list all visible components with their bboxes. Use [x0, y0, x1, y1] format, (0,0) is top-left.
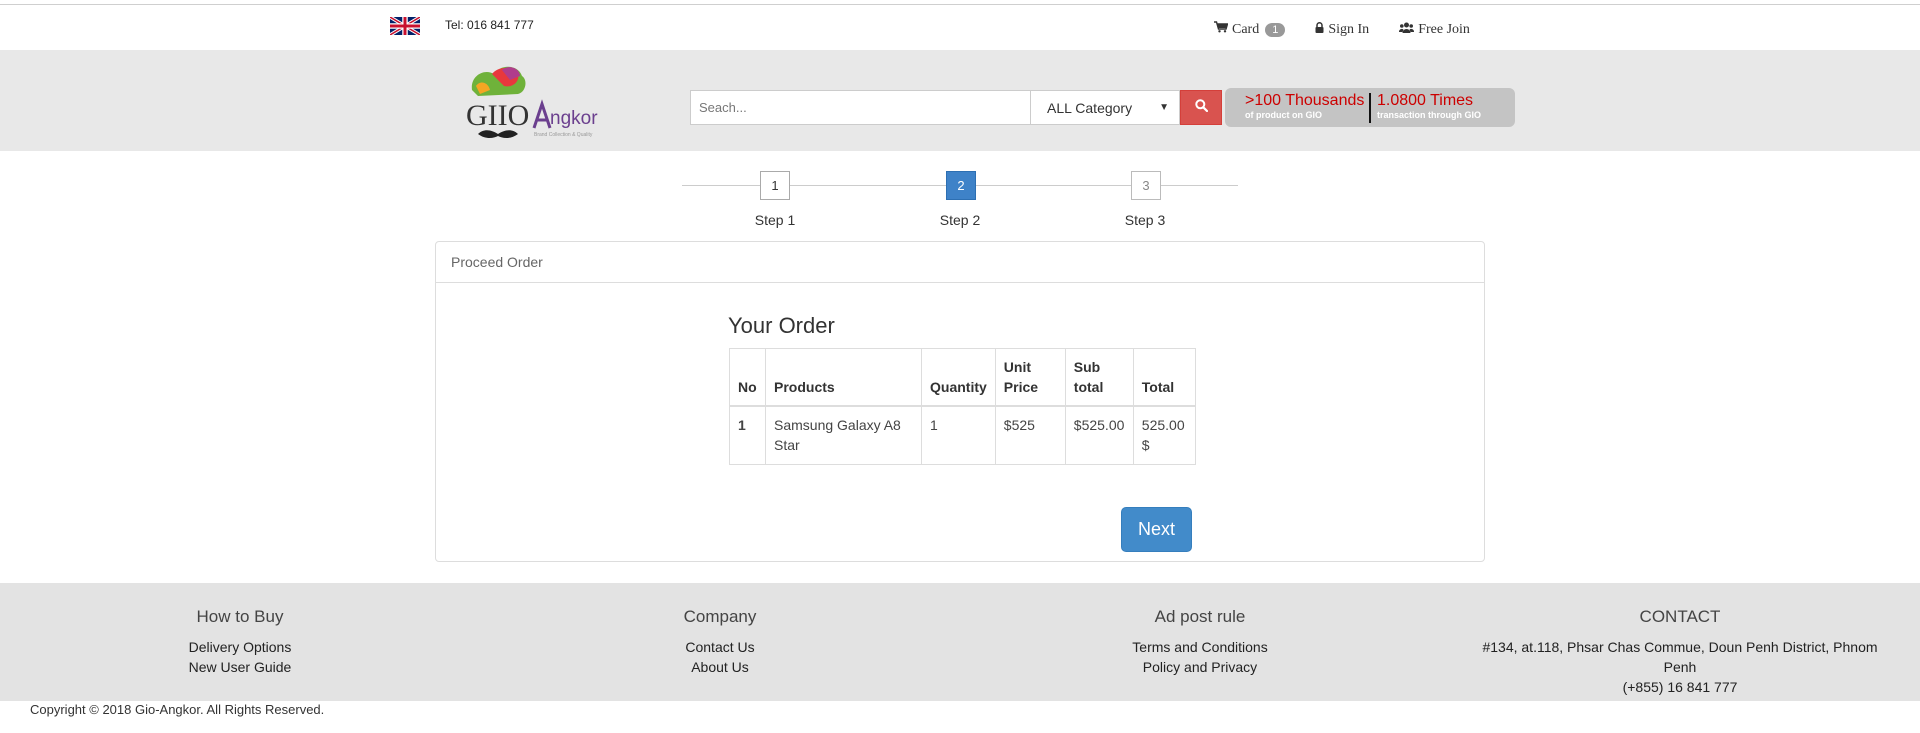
column-header-total: Total	[1132, 348, 1196, 407]
stat-transactions: 1.0800 Times transaction through GIO	[1377, 92, 1481, 120]
cart-count-badge: 1	[1265, 22, 1286, 37]
cell-unit-price: $525	[994, 405, 1066, 465]
column-header-sub-total: Sub total	[1064, 348, 1134, 407]
step-2-label: Step 2	[939, 212, 981, 228]
next-button[interactable]: Next	[1121, 507, 1192, 552]
stat-transactions-value: 1.0800 Times	[1377, 92, 1474, 109]
footer-link-about-us[interactable]: About Us	[620, 657, 820, 677]
sign-in-label: Sign In	[1328, 21, 1370, 37]
column-header-no: No	[729, 348, 766, 407]
footer-heading: Company	[683, 607, 757, 626]
chevron-down-icon: ▼	[1159, 102, 1169, 113]
table-header-row: No Products Quantity Unit Price Sub tota…	[729, 348, 1196, 407]
cell-total: 525.00 $	[1132, 405, 1196, 465]
footer-link-policy[interactable]: Policy and Privacy	[1100, 657, 1300, 677]
sign-in-link[interactable]: Sign In	[1315, 22, 1369, 38]
users-icon	[1399, 22, 1418, 38]
cart-label: Card	[1232, 21, 1260, 37]
column-header-quantity: Quantity	[921, 348, 996, 407]
site-stats-banner: >100 Thousands of product on GIO 1.0800 …	[1225, 88, 1515, 127]
step-1-marker: 1	[760, 171, 790, 200]
footer-heading: Ad post rule	[1154, 607, 1246, 626]
footer-link-contact-us[interactable]: Contact Us	[620, 637, 820, 657]
search-button[interactable]	[1180, 90, 1222, 125]
search-input[interactable]	[690, 90, 1030, 125]
cart-icon	[1214, 21, 1232, 38]
cell-product: Samsung Galaxy A8 Star	[765, 405, 922, 465]
stat-products-value: >100 Thousands	[1245, 92, 1365, 109]
proceed-order-panel: Proceed Order Your Order No Products Qua…	[435, 241, 1485, 562]
order-table: No Products Quantity Unit Price Sub tota…	[729, 348, 1196, 465]
footer-col-how-to-buy: How to Buy Delivery Options New User Gui…	[140, 607, 340, 677]
free-join-label: Free Join	[1418, 21, 1470, 37]
step-2-marker: 2	[946, 171, 976, 200]
stat-products-caption: of product on GIO	[1245, 110, 1322, 120]
copyright-text: Copyright © 2018 Gio-Angkor. All Rights …	[30, 702, 325, 717]
uk-flag-icon[interactable]	[389, 15, 421, 37]
cell-sub-total: $525.00	[1064, 405, 1134, 465]
phone-number: Tel: 016 841 777	[445, 18, 534, 32]
footer-link-new-user-guide[interactable]: New User Guide	[140, 657, 340, 677]
footer-col-contact: CONTACT #134, at.118, Phsar Chas Commue,…	[1470, 607, 1890, 697]
order-title: Your Order	[728, 313, 835, 338]
footer-heading: How to Buy	[196, 607, 284, 626]
step-1-label: Step 1	[754, 212, 796, 228]
top-bar: Tel: 016 841 777 Card 1 Sign In Free Joi…	[0, 5, 1920, 50]
footer-heading: CONTACT	[1639, 607, 1721, 626]
stats-divider	[1369, 93, 1371, 123]
footer-link-terms[interactable]: Terms and Conditions	[1100, 637, 1300, 657]
stat-transactions-caption: transaction through GIO	[1377, 110, 1482, 120]
panel-heading: Proceed Order	[436, 242, 1484, 283]
cell-no: 1	[729, 405, 766, 465]
step-3-label: Step 3	[1124, 212, 1166, 228]
svg-text:ngkor: ngkor	[550, 108, 598, 129]
table-row: 1 Samsung Galaxy A8 Star 1 $525 $525.00 …	[729, 405, 1196, 465]
site-header: GIIO ngkor Brand Collection & Quality AL…	[0, 50, 1920, 151]
site-footer: How to Buy Delivery Options New User Gui…	[0, 583, 1920, 701]
cell-quantity: 1	[921, 405, 996, 465]
column-header-unit-price: Unit Price	[994, 348, 1066, 407]
account-links: Card 1 Sign In Free Join	[1214, 21, 1500, 38]
category-select[interactable]: ALL Category ▼	[1030, 90, 1180, 125]
footer-col-ad-post-rule: Ad post rule Terms and Conditions Policy…	[1100, 607, 1300, 677]
svg-text:GIIO: GIIO	[466, 99, 529, 132]
search-icon	[1194, 98, 1208, 117]
cart-link[interactable]: Card 1	[1214, 21, 1286, 38]
contact-phone: (+855) 16 841 777	[1622, 679, 1738, 695]
step-3-marker: 3	[1131, 171, 1161, 200]
category-selected-label: ALL Category	[1047, 99, 1133, 116]
footer-link-delivery-options[interactable]: Delivery Options	[140, 637, 340, 657]
search-bar: ALL Category ▼	[690, 90, 1222, 125]
footer-col-company: Company Contact Us About Us	[620, 607, 820, 677]
contact-address: #134, at.118, Phsar Chas Commue, Doun Pe…	[1482, 639, 1878, 675]
column-header-products: Products	[765, 348, 922, 407]
lock-icon	[1315, 21, 1328, 38]
logo-tagline: Brand Collection & Quality	[534, 132, 593, 138]
site-logo[interactable]: GIIO ngkor Brand Collection & Quality	[462, 60, 612, 142]
stat-products: >100 Thousands of product on GIO	[1245, 92, 1364, 120]
free-join-link[interactable]: Free Join	[1399, 22, 1470, 38]
